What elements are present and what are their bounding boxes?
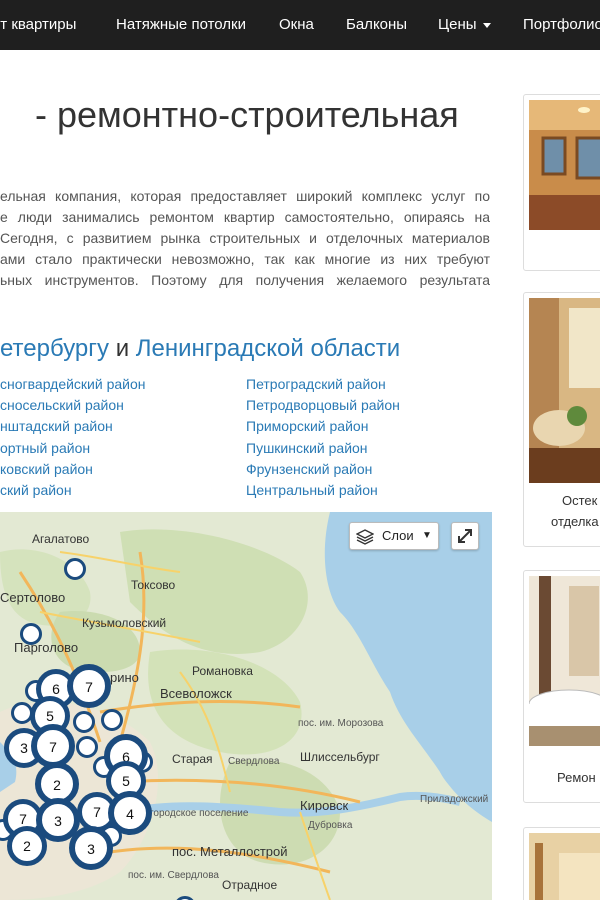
map-cluster[interactable]: 4 bbox=[108, 791, 152, 835]
interior-photo bbox=[529, 833, 600, 900]
map-place-dubrovka: Дубровка bbox=[308, 820, 353, 831]
district-link[interactable]: Петроградский район bbox=[246, 374, 400, 395]
sidebar-card[interactable]: Ремон bbox=[523, 570, 600, 803]
map-place-metallostroy: пос. Металлострой bbox=[172, 844, 288, 859]
map-place-otradnoe: Отрадное bbox=[222, 878, 278, 892]
nav-item-windows[interactable]: Окна bbox=[279, 0, 314, 50]
map-marker[interactable] bbox=[76, 736, 98, 758]
district-link[interactable]: Пушкинский район bbox=[246, 438, 400, 459]
intro-line: ельная компания, которая предоставляет ш… bbox=[0, 188, 490, 204]
map-cluster[interactable]: 7 bbox=[67, 664, 111, 708]
map-layers-label: Слои bbox=[382, 528, 414, 543]
nav-item-portfolio[interactable]: Портфолио bbox=[523, 0, 600, 50]
district-link[interactable]: сногвардейский район bbox=[0, 374, 146, 395]
district-list-right: Петроградский район Петродворцовый район… bbox=[246, 374, 400, 501]
map-place-agalatovo: Агалатово bbox=[32, 532, 90, 546]
district-map[interactable]: Агалатово Сертолово Токсово Кузьмоловски… bbox=[0, 512, 492, 900]
layers-icon bbox=[356, 529, 374, 545]
map-place-sertolovo: Сертолово bbox=[0, 590, 66, 605]
map-marker[interactable] bbox=[64, 558, 86, 580]
heading-conjunction: и bbox=[115, 335, 130, 362]
intro-line: ами стало практически невозможно, так ка… bbox=[0, 251, 490, 267]
district-link[interactable]: сносельский район bbox=[0, 395, 146, 416]
interior-photo bbox=[529, 298, 600, 483]
district-link[interactable]: Приморский район bbox=[246, 416, 400, 437]
sidebar-card-caption: отделка bbox=[551, 514, 599, 529]
chevron-down-icon bbox=[482, 22, 491, 28]
map-cluster[interactable]: 2 bbox=[7, 826, 47, 866]
map-marker[interactable] bbox=[73, 711, 95, 733]
map-place-sverdlova: пос. им. Свердлова bbox=[128, 870, 219, 881]
district-link[interactable]: Петродворцовый район bbox=[246, 395, 400, 416]
district-link[interactable]: нштадский район bbox=[0, 416, 146, 437]
nav-item-apartment-renovation[interactable]: нт квартиры bbox=[0, 0, 76, 50]
expand-icon bbox=[458, 529, 472, 543]
district-link[interactable]: Центральный район bbox=[246, 480, 400, 501]
map-place-romanovka: Романовка bbox=[192, 664, 253, 678]
district-list-left: сногвардейский район сносельский район н… bbox=[0, 374, 146, 501]
bathroom-photo bbox=[529, 576, 600, 746]
sidebar-card-caption: Остек bbox=[562, 493, 598, 508]
sidebar-card-caption: Ремон bbox=[557, 770, 596, 785]
map-place-staraya: Старая bbox=[172, 752, 213, 766]
map-marker[interactable] bbox=[20, 623, 42, 645]
page-title: - ремонтно-строительная bbox=[35, 94, 459, 135]
map-place-vsevolozhsk: Всеволожск bbox=[160, 686, 232, 701]
leningrad-oblast-link[interactable]: Ленинградской области bbox=[136, 335, 400, 362]
nav-item-prices-label: Цены bbox=[438, 16, 477, 33]
map-cluster[interactable]: 3 bbox=[69, 826, 113, 870]
map-place-gorodskoe: городское поселение bbox=[150, 808, 249, 819]
map-place-morozova: пос. им. Морозова bbox=[298, 718, 384, 729]
interior-photo bbox=[529, 100, 600, 230]
map-place-shlisselburg: Шлиссельбург bbox=[300, 750, 380, 764]
intro-line: ьных инструментов. Поэтому для получения… bbox=[0, 272, 490, 288]
intro-line: е люди занимались ремонтом квартир самос… bbox=[0, 209, 490, 225]
map-fullscreen-button[interactable] bbox=[451, 522, 479, 550]
districts-heading: етербургу и Ленинградской области bbox=[0, 335, 400, 363]
map-place-prilad: Приладожский bbox=[420, 794, 489, 805]
map-place-kirovsk: Кировск bbox=[300, 798, 349, 813]
nav-item-balconies[interactable]: Балконы bbox=[346, 0, 407, 50]
district-link[interactable]: ковский район bbox=[0, 459, 146, 480]
sidebar-card[interactable] bbox=[523, 827, 600, 900]
district-link[interactable]: ский район bbox=[0, 480, 146, 501]
map-marker[interactable] bbox=[101, 709, 123, 731]
map-layers-button[interactable]: Слои ▼ bbox=[349, 522, 439, 550]
sidebar-card[interactable] bbox=[523, 94, 600, 271]
map-place-murino: рино bbox=[110, 670, 139, 685]
intro-paragraph: ельная компания, которая предоставляет ш… bbox=[0, 186, 490, 291]
spb-link[interactable]: етербургу bbox=[0, 335, 109, 362]
sidebar-card[interactable]: Остек отделка bbox=[523, 292, 600, 547]
intro-line: Сегодня, с развитием рынка строительных … bbox=[0, 230, 490, 246]
nav-item-stretch-ceilings[interactable]: Натяжные потолки bbox=[116, 0, 246, 50]
map-place-toksovo: Токсово bbox=[131, 578, 176, 592]
chevron-down-icon: ▼ bbox=[422, 530, 432, 541]
nav-item-prices[interactable]: Цены bbox=[438, 0, 491, 50]
map-place-kuzmolovsky: Кузьмоловский bbox=[82, 616, 167, 630]
top-navbar: нт квартиры Натяжные потолки Окна Балкон… bbox=[0, 0, 600, 50]
map-place-sverdlova-small: Свердлова bbox=[228, 756, 280, 767]
district-link[interactable]: Фрунзенский район bbox=[246, 459, 400, 480]
district-link[interactable]: ортный район bbox=[0, 438, 146, 459]
